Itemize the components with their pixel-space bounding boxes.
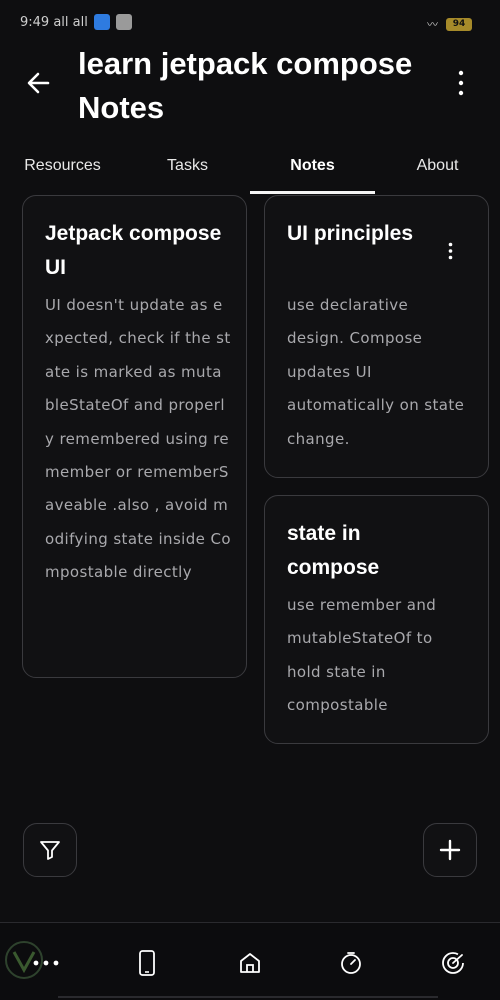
filter-button[interactable]: [23, 823, 77, 877]
overflow-menu-button[interactable]: [446, 68, 476, 98]
arrow-left-icon: [27, 72, 50, 94]
watermark-logo-icon: [2, 938, 46, 982]
status-time-signal: 9:49 all all: [20, 14, 88, 30]
note-body: use declarative design. Compose updates …: [287, 296, 465, 448]
status-right: 〰 94: [427, 16, 472, 32]
radar-icon: [442, 952, 464, 974]
note-title: Jetpack compose UI: [45, 222, 222, 279]
vibrate-icon: 〰: [427, 18, 438, 31]
tab-resources[interactable]: Resources: [0, 138, 125, 194]
gesture-bar: [58, 996, 438, 998]
phone-icon: [139, 950, 155, 976]
note-card[interactable]: Jetpack compose UI UI doesn't update as …: [22, 195, 247, 678]
tab-notes[interactable]: Notes: [250, 138, 375, 194]
more-vertical-icon: [458, 70, 464, 96]
filter-icon: [40, 841, 60, 860]
add-note-button[interactable]: [423, 823, 477, 877]
top-app-bar: learn jetpack compose Notes: [0, 40, 500, 130]
note-title: UI principles: [287, 222, 414, 245]
status-left: 9:49 all all: [20, 14, 132, 30]
more-vertical-icon: [448, 242, 452, 260]
tab-tasks[interactable]: Tasks: [125, 138, 250, 194]
timer-icon: [341, 952, 361, 974]
nav-timer[interactable]: [331, 943, 371, 983]
notification-icon: [115, 14, 132, 30]
tab-row: Resources Tasks Notes About: [0, 138, 500, 194]
nav-home[interactable]: [230, 943, 270, 983]
plus-icon: [439, 839, 461, 861]
back-button[interactable]: [22, 66, 56, 100]
note-title: state in compose: [287, 522, 380, 579]
home-icon: [240, 953, 260, 973]
tab-about[interactable]: About: [375, 138, 500, 194]
nav-phone[interactable]: [127, 943, 167, 983]
battery-indicator: 94: [446, 17, 472, 31]
note-body: UI doesn't update as expected, check if …: [45, 296, 231, 582]
note-card[interactable]: UI principles use declarative design. Co…: [264, 195, 489, 478]
note-menu-button[interactable]: [438, 236, 462, 266]
note-body: use remember and mutableStateOf to hold …: [287, 596, 437, 715]
bottom-navigation: [0, 922, 500, 1000]
usb-icon: [93, 14, 110, 30]
page-title: learn jetpack compose Notes: [78, 46, 413, 125]
nav-radar[interactable]: [433, 943, 473, 983]
note-card[interactable]: state in compose use remember and mutabl…: [264, 495, 489, 744]
